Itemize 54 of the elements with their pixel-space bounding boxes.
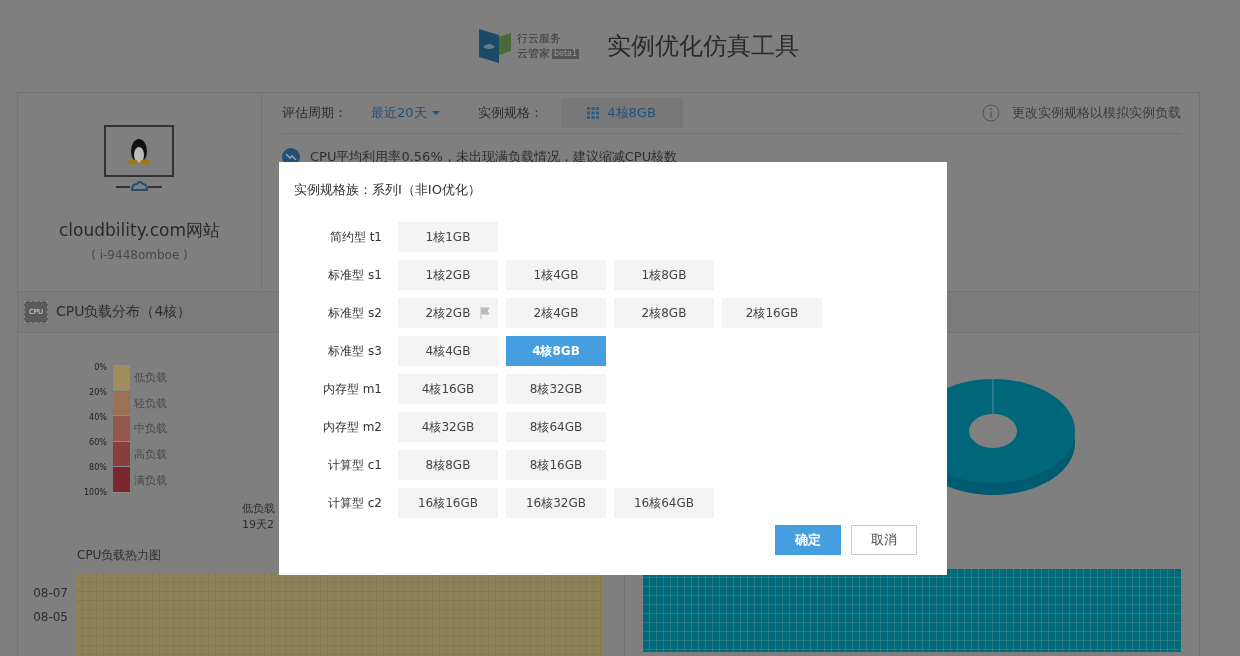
info-icon bbox=[982, 104, 1000, 122]
family-label: 标准型 s1 bbox=[327, 266, 382, 284]
spec-option[interactable]: 8核8GB bbox=[398, 450, 498, 480]
spec-label: 实例规格： bbox=[477, 104, 543, 122]
spec-option[interactable]: 4核4GB bbox=[398, 336, 498, 366]
hint-text: 更改实例规格以模拟实例负载 bbox=[1012, 104, 1181, 122]
spec-option[interactable]: 1核8GB bbox=[614, 260, 714, 290]
spec-option[interactable]: 1核1GB bbox=[398, 222, 498, 252]
family-label: 内存型 m2 bbox=[321, 418, 382, 436]
pie-value: 19天2 bbox=[242, 517, 274, 533]
legend-tick: 0% bbox=[94, 363, 107, 372]
caret-icon bbox=[431, 111, 440, 115]
logo-icon bbox=[476, 27, 513, 65]
heatmap-axis-label: 08-05 bbox=[33, 610, 68, 624]
logo-text: 行云服务 bbox=[516, 31, 562, 46]
dialog-title: 实例规格族：系列I（非IO优化） bbox=[294, 182, 481, 197]
spec-option[interactable]: 4核32GB bbox=[398, 412, 498, 442]
summary-text: CPU平均利用率0.56%，未出现满负载情况，建议缩减CPU核数 bbox=[310, 148, 678, 166]
family-label: 标准型 s3 bbox=[327, 342, 382, 360]
pie-label: 低负载 bbox=[242, 501, 275, 517]
cancel-button[interactable]: 取消 bbox=[851, 525, 917, 555]
legend-tick: 100% bbox=[84, 488, 107, 497]
heatmap-axis-label: 08-07 bbox=[33, 586, 68, 600]
family-label: 标准型 s2 bbox=[327, 304, 382, 322]
logo-text: 云管家 bbox=[516, 46, 550, 61]
family-label: 计算型 c2 bbox=[326, 494, 382, 512]
legend-tick: 60% bbox=[89, 438, 107, 447]
heatmap-title: CPU负载热力图 bbox=[77, 547, 163, 564]
spec-option[interactable]: 1核4GB bbox=[506, 260, 606, 290]
linux-monitor-icon bbox=[103, 125, 176, 193]
family-label: 简约型 t1 bbox=[328, 228, 382, 246]
page-title: 实例优化仿真工具 bbox=[607, 31, 800, 62]
grid-icon bbox=[587, 107, 600, 119]
spec-option[interactable]: 8核16GB bbox=[506, 450, 606, 480]
spec-option[interactable]: 8核64GB bbox=[506, 412, 606, 442]
spec-option[interactable]: 2核8GB bbox=[614, 298, 714, 328]
spec-option[interactable]: 8核32GB bbox=[506, 374, 606, 404]
legend-tick: 80% bbox=[89, 463, 107, 472]
spec-option[interactable]: 16核32GB bbox=[506, 488, 606, 518]
spec-option[interactable]: 1核2GB bbox=[398, 260, 498, 290]
spec-option[interactable]: 16核16GB bbox=[398, 488, 498, 518]
spec-option[interactable]: 4核16GB bbox=[398, 374, 498, 404]
period-label: 评估周期： bbox=[282, 104, 347, 122]
spec-option[interactable]: 2核16GB bbox=[722, 298, 822, 328]
legend-tick: 40% bbox=[89, 413, 107, 422]
instance-name: cloudbility.com网站 bbox=[59, 219, 220, 242]
beta-badge: beta1 bbox=[551, 48, 580, 59]
family-label: 内存型 m1 bbox=[321, 380, 382, 398]
legend-tick: 20% bbox=[89, 388, 107, 397]
spec-option[interactable]: 16核64GB bbox=[614, 488, 714, 518]
spec-option[interactable]: 2核2GB bbox=[398, 298, 498, 328]
family-label: 计算型 c1 bbox=[326, 456, 382, 474]
spec-option[interactable]: 2核4GB bbox=[506, 298, 606, 328]
section-title: CPU负载分布（4核） bbox=[56, 303, 192, 321]
